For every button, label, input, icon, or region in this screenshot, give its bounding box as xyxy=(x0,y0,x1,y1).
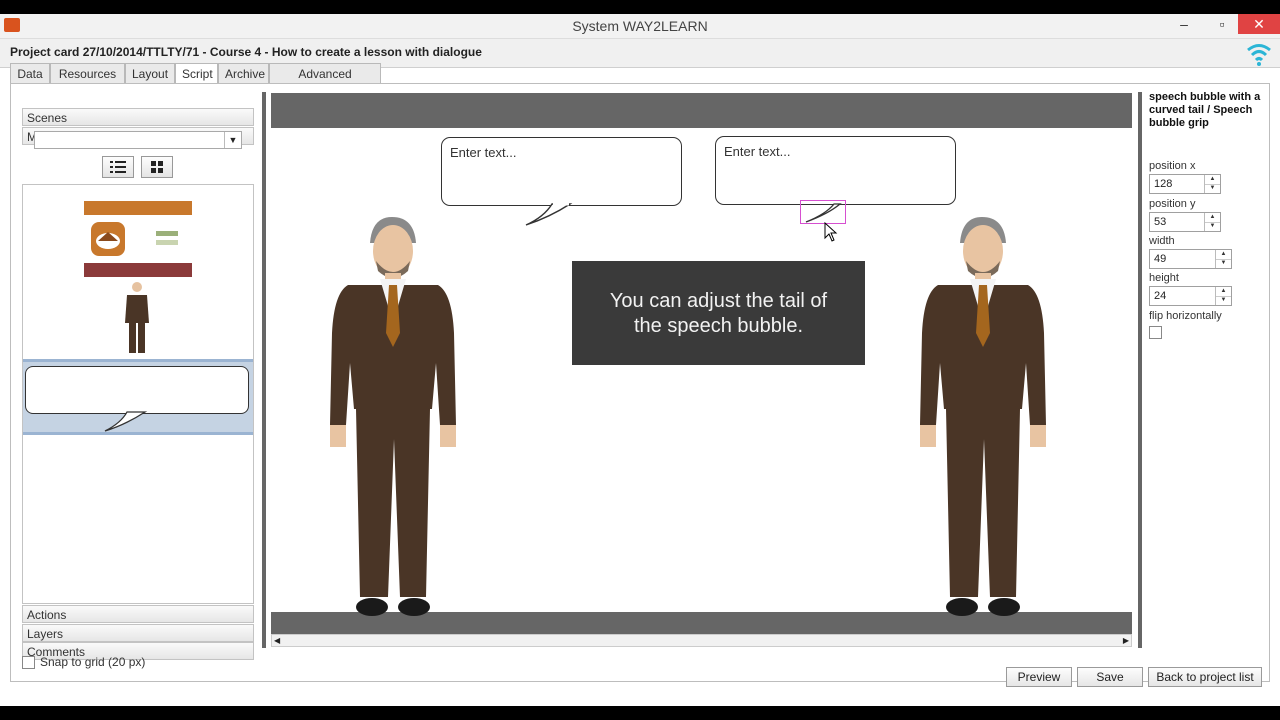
accordion-actions[interactable]: Actions xyxy=(22,605,254,623)
stage-border-right xyxy=(1138,92,1142,648)
position-y-value[interactable]: 53 xyxy=(1154,216,1166,228)
list-view-button[interactable] xyxy=(102,156,134,178)
resource-thumb-logo[interactable] xyxy=(91,222,125,256)
scroll-right-icon[interactable]: ▶ xyxy=(1123,636,1129,645)
accordion-scenes[interactable]: Scenes xyxy=(22,108,254,126)
resource-thumb-orange-banner[interactable] xyxy=(84,201,192,215)
height-spinner[interactable]: ▲ ▼ xyxy=(1215,287,1231,305)
minimize-button[interactable]: – xyxy=(1166,14,1202,34)
position-x-spinner[interactable]: ▲ ▼ xyxy=(1204,175,1220,193)
position-x-value[interactable]: 128 xyxy=(1154,178,1172,190)
position-y-input[interactable]: 53 ▲ ▼ xyxy=(1149,212,1221,232)
properties-title: speech bubble with a curved tail / Speec… xyxy=(1149,91,1261,129)
height-input[interactable]: 24 ▲ ▼ xyxy=(1149,286,1232,306)
height-value[interactable]: 24 xyxy=(1154,290,1166,302)
close-button[interactable]: ✕ xyxy=(1238,14,1280,34)
spin-down-icon[interactable]: ▼ xyxy=(1216,296,1231,305)
grid-icon xyxy=(151,161,163,173)
snap-to-grid[interactable]: Snap to grid (20 px) xyxy=(22,655,145,669)
resource-item-speech-bubble-selected[interactable] xyxy=(23,359,253,435)
title-bar: System WAY2LEARN – ▫ ✕ xyxy=(0,14,1280,39)
spin-down-icon[interactable]: ▼ xyxy=(1205,222,1220,231)
restore-button[interactable]: ▫ xyxy=(1204,14,1240,34)
horizontal-scrollbar[interactable]: ◀ ▶ xyxy=(271,634,1132,647)
width-input[interactable]: 49 ▲ ▼ xyxy=(1149,249,1232,269)
tab-script[interactable]: Script xyxy=(175,63,218,84)
preview-button[interactable]: Preview xyxy=(1006,667,1072,687)
info-caption: You can adjust the tail of the speech bu… xyxy=(572,261,865,365)
bubble-tail-thumb xyxy=(104,411,148,432)
stage-top-bar xyxy=(271,93,1132,128)
scroll-left-icon[interactable]: ◀ xyxy=(274,636,280,645)
width-value[interactable]: 49 xyxy=(1154,253,1166,265)
chevron-down-icon[interactable]: ▼ xyxy=(224,132,241,148)
project-title: Project card 27/10/2014/TTLTY/71 - Cours… xyxy=(10,45,482,59)
snap-to-grid-checkbox[interactable] xyxy=(22,655,35,669)
stage-border-left xyxy=(262,92,266,648)
height-label: height xyxy=(1149,272,1179,284)
character-left[interactable] xyxy=(328,213,458,619)
width-spinner[interactable]: ▲ ▼ xyxy=(1215,250,1231,268)
window-title: System WAY2LEARN xyxy=(572,18,708,34)
save-button[interactable]: Save xyxy=(1077,667,1143,687)
resource-type-select[interactable]: ▼ xyxy=(34,131,242,149)
logo-icon xyxy=(96,232,120,249)
tab-advanced-settings[interactable]: Advanced settings xyxy=(269,63,381,101)
resource-list[interactable] xyxy=(22,184,254,604)
resource-thumb-red-banner[interactable] xyxy=(84,263,192,277)
speech-bubble-left-tail[interactable] xyxy=(524,203,576,227)
accordion-layers[interactable]: Layers xyxy=(22,624,254,642)
flip-horizontally-checkbox[interactable] xyxy=(1149,326,1162,339)
tab-archive[interactable]: Archive xyxy=(218,63,269,83)
tab-resources[interactable]: Resources xyxy=(50,63,125,83)
back-to-project-list-button[interactable]: Back to project list xyxy=(1148,667,1262,687)
resource-thumb-green-bar[interactable] xyxy=(156,231,178,236)
info-caption-line-1: You can adjust the tail of xyxy=(609,290,828,312)
speech-bubble-right-tail[interactable] xyxy=(804,202,844,224)
character-right[interactable] xyxy=(918,213,1048,619)
list-icon xyxy=(110,161,126,173)
grid-view-button[interactable] xyxy=(141,156,173,178)
position-x-label: position x xyxy=(1149,160,1196,172)
spin-down-icon[interactable]: ▼ xyxy=(1216,259,1231,268)
width-label: width xyxy=(1149,235,1175,247)
info-caption-line-2: the speech bubble. xyxy=(633,315,804,337)
mouse-cursor-icon xyxy=(824,222,838,242)
tab-layout[interactable]: Layout xyxy=(125,63,175,83)
speech-bubble-right[interactable]: Enter text... xyxy=(715,136,956,205)
speech-bubble-thumb xyxy=(25,366,249,414)
position-x-input[interactable]: 128 ▲ ▼ xyxy=(1149,174,1221,194)
tab-data[interactable]: Data xyxy=(10,63,50,83)
wifi-icon xyxy=(1247,44,1271,66)
spin-down-icon[interactable]: ▼ xyxy=(1205,184,1220,193)
flip-horizontally-label: flip horizontally xyxy=(1149,310,1222,322)
speech-bubble-left-text[interactable]: Enter text... xyxy=(450,145,516,160)
speech-bubble-left[interactable]: Enter text... xyxy=(441,137,682,206)
speech-bubble-right-text[interactable]: Enter text... xyxy=(724,144,790,159)
position-y-spinner[interactable]: ▲ ▼ xyxy=(1204,213,1220,231)
resource-thumb-green-bar-2[interactable] xyxy=(156,240,178,245)
resource-thumb-character[interactable] xyxy=(123,281,151,357)
snap-to-grid-label: Snap to grid (20 px) xyxy=(40,655,146,669)
position-y-label: position y xyxy=(1149,198,1196,210)
